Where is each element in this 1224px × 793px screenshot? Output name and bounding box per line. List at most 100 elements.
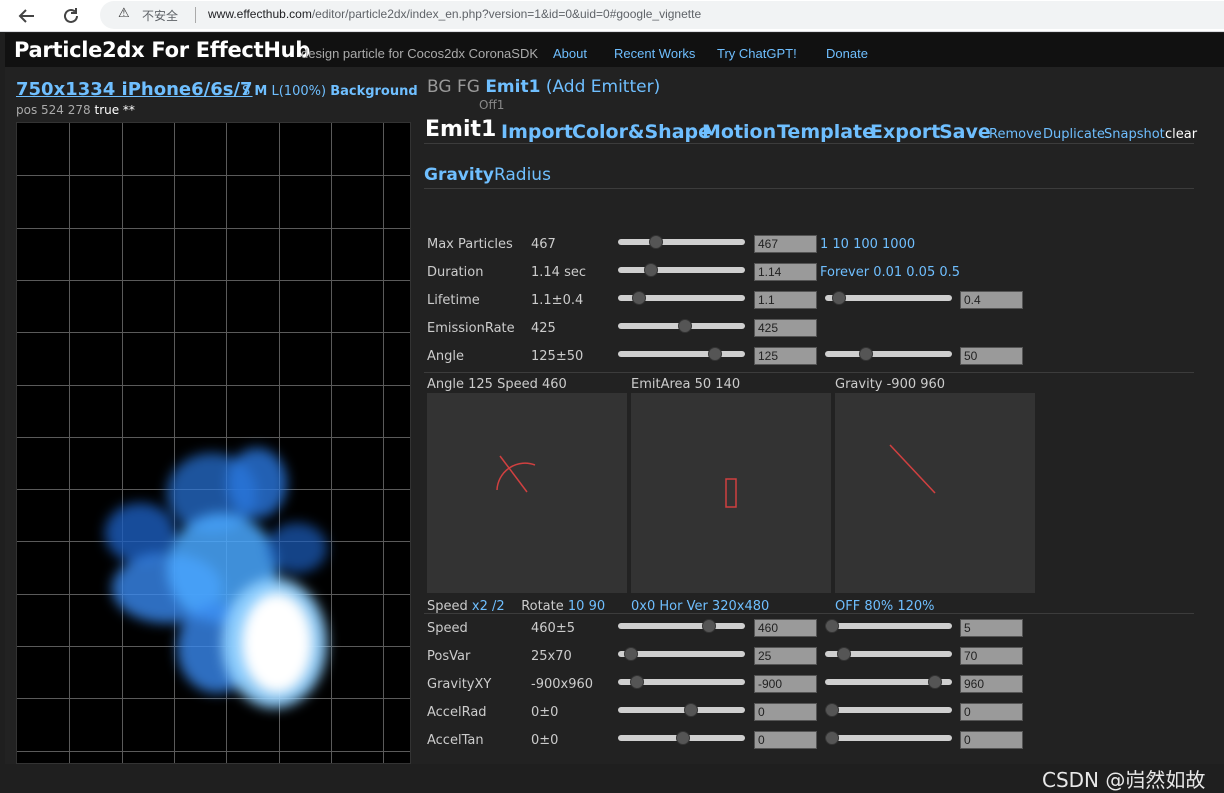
lifetime-slider[interactable]	[618, 291, 745, 305]
gravityxy-slider[interactable]	[618, 675, 745, 689]
tab-emit1[interactable]: Emit1	[425, 117, 496, 142]
angle-var-input[interactable]: 50	[960, 347, 1023, 365]
angle-var-slider[interactable]	[825, 347, 952, 361]
accelrad-var-slider[interactable]	[825, 703, 952, 717]
device-size-link[interactable]: 750x1334 iPhone6/6s/7	[16, 79, 253, 100]
speed-scale-links[interactable]: x2 /2	[472, 599, 505, 614]
max-particles-slider[interactable]	[618, 235, 745, 249]
bg-toggle[interactable]: BG	[427, 77, 452, 97]
angle-var-slider-thumb[interactable]	[858, 347, 873, 361]
emissionrate-slider[interactable]	[618, 319, 745, 333]
tab-color-shape[interactable]: Color&Shape	[572, 121, 711, 143]
angle-speed-pad[interactable]	[427, 393, 627, 593]
speed-slider[interactable]	[618, 619, 745, 633]
gravityxy-var-slider-thumb[interactable]	[927, 675, 942, 689]
rotate-links[interactable]: 10 90	[568, 599, 605, 614]
tab-import[interactable]: Import	[501, 121, 573, 143]
duration-preset-links[interactable]: Forever 0.01 0.05 0.5	[820, 265, 960, 280]
size-s-link[interactable]: S	[242, 84, 250, 99]
try-chatgpt-link[interactable]: Try ChatGPT!	[717, 46, 797, 61]
acceltan-input[interactable]: 0	[754, 731, 817, 749]
back-arrow-icon[interactable]	[15, 4, 39, 28]
max-particles-slider-thumb[interactable]	[648, 235, 663, 249]
particle-preview-canvas[interactable]	[16, 122, 411, 764]
emit-area-pad[interactable]	[631, 393, 831, 593]
accelrad-slider-thumb[interactable]	[683, 703, 698, 717]
posvar-var-input[interactable]: 70	[960, 647, 1023, 665]
emitter-list: BG FG Emit1 (Add Emitter)	[427, 77, 660, 97]
emitter-emit1-link[interactable]: Emit1	[485, 77, 540, 97]
speed-var-input[interactable]: 5	[960, 619, 1023, 637]
accelrad-input[interactable]: 0	[754, 703, 817, 721]
speed-var-slider[interactable]	[825, 619, 952, 633]
gravity-pad[interactable]	[835, 393, 1035, 593]
site-title: Particle2dx For EffectHub	[14, 38, 310, 62]
gravity-presets[interactable]: OFF 80% 120%	[835, 599, 935, 614]
emitter-off-toggle[interactable]: Off1	[479, 98, 504, 112]
mode-radius[interactable]: Radius	[494, 165, 551, 185]
particle-cloud	[227, 448, 287, 518]
duration-slider[interactable]	[618, 263, 745, 277]
lifetime-slider-thumb[interactable]	[631, 291, 646, 305]
size-l-link[interactable]: L(100%)	[271, 84, 326, 99]
tab-save[interactable]: Save	[939, 121, 991, 143]
gravityxy-var-input[interactable]: 960	[960, 675, 1023, 693]
snapshot-link[interactable]: Snapshot	[1104, 127, 1165, 142]
posvar-input[interactable]: 25	[754, 647, 817, 665]
emit-area-rect-icon	[725, 478, 737, 508]
speed-input[interactable]: 460	[754, 619, 817, 637]
gravityxy-slider-thumb[interactable]	[630, 675, 645, 689]
fg-toggle[interactable]: FG	[457, 77, 480, 97]
max-particles-preset-links[interactable]: 1 10 100 1000	[820, 237, 915, 252]
recent-works-link[interactable]: Recent Works	[614, 46, 695, 61]
posvar-var-slider-thumb[interactable]	[837, 647, 852, 661]
particle-core	[242, 593, 312, 693]
acceltan-var-slider-thumb[interactable]	[825, 731, 839, 745]
duplicate-link[interactable]: Duplicate	[1043, 127, 1105, 142]
emitarea-presets[interactable]: 0x0 Hor Ver 320x480	[631, 599, 769, 614]
param-value: 125±50	[531, 349, 584, 364]
emissionrate-input[interactable]: 425	[754, 319, 817, 337]
size-m-link[interactable]: M	[254, 84, 267, 99]
lifetime-input[interactable]: 1.1	[754, 291, 817, 309]
param-value: 1.14 sec	[531, 265, 586, 280]
add-emitter-link[interactable]: (Add Emitter)	[546, 77, 660, 97]
posvar-var-slider[interactable]	[825, 647, 952, 661]
acceltan-slider[interactable]	[618, 731, 745, 745]
about-link[interactable]: About	[553, 46, 587, 61]
angle-slider-thumb[interactable]	[708, 347, 723, 361]
acceltan-slider-thumb[interactable]	[675, 731, 690, 745]
duration-input[interactable]: 1.14	[754, 263, 817, 281]
remove-link[interactable]: Remove	[989, 127, 1042, 142]
accelrad-var-slider-thumb[interactable]	[825, 703, 839, 717]
speed-slider-thumb[interactable]	[701, 619, 716, 633]
lifetime-var-input[interactable]: 0.4	[960, 291, 1023, 309]
param-value: 1.1±0.4	[531, 293, 584, 308]
angle-slider[interactable]	[618, 347, 745, 361]
max-particles-input[interactable]: 467	[754, 235, 817, 253]
tab-motion[interactable]: Motion	[702, 121, 776, 143]
tab-template[interactable]: Template	[777, 121, 875, 143]
accelrad-slider[interactable]	[618, 703, 745, 717]
gravityxy-var-slider[interactable]	[825, 675, 952, 689]
accelrad-var-input[interactable]: 0	[960, 703, 1023, 721]
acceltan-var-input[interactable]: 0	[960, 731, 1023, 749]
param-row-acceltan: AccelTan 0±0 0 0	[424, 728, 1200, 756]
url-text[interactable]: www.effecthub.com/editor/particle2dx/ind…	[208, 7, 701, 21]
lifetime-var-slider-thumb[interactable]	[831, 291, 846, 305]
speed-var-slider-thumb[interactable]	[825, 619, 839, 633]
emissionrate-slider-thumb[interactable]	[677, 319, 692, 333]
clear-link[interactable]: clear	[1165, 127, 1197, 142]
lifetime-var-slider[interactable]	[825, 291, 952, 305]
donate-link[interactable]: Donate	[826, 46, 868, 61]
gravityxy-input[interactable]: -900	[754, 675, 817, 693]
posvar-slider[interactable]	[618, 647, 745, 661]
reload-icon[interactable]	[59, 4, 83, 28]
angle-input[interactable]: 125	[754, 347, 817, 365]
posvar-slider-thumb[interactable]	[623, 647, 638, 661]
background-link[interactable]: Background	[330, 84, 418, 99]
mode-gravity[interactable]: Gravity	[424, 165, 494, 185]
tab-export[interactable]: Export	[870, 121, 940, 143]
duration-slider-thumb[interactable]	[643, 263, 658, 277]
acceltan-var-slider[interactable]	[825, 731, 952, 745]
